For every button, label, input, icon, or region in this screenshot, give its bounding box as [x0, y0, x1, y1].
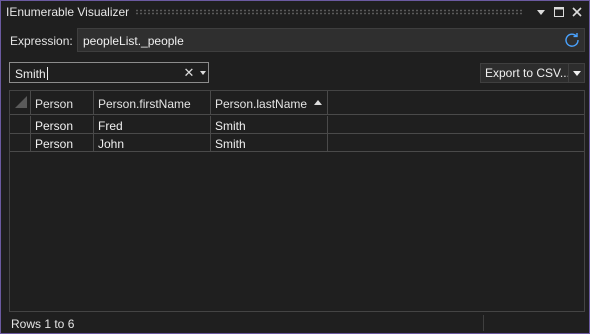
cell-person[interactable]: Person: [31, 134, 94, 152]
window-menu-icon[interactable]: [533, 4, 549, 20]
refresh-icon[interactable]: [564, 32, 580, 48]
export-label: Export to CSV...: [485, 66, 570, 80]
cell-lastname[interactable]: Smith: [211, 134, 328, 152]
status-bar: Rows 1 to 6: [1, 312, 589, 333]
expression-field[interactable]: peopleList._people: [77, 28, 585, 52]
title-grip[interactable]: [135, 9, 523, 15]
clear-icon[interactable]: ✕: [183, 66, 195, 80]
chevron-down-icon: [573, 70, 581, 76]
filter-value: Smith: [15, 67, 48, 81]
grid-header: Person Person.firstName Person.lastName: [10, 91, 584, 115]
row-header[interactable]: [10, 134, 31, 152]
window-title: IEnumerable Visualizer: [6, 5, 130, 19]
title-bar[interactable]: IEnumerable Visualizer: [1, 1, 589, 23]
table-row[interactable]: Person John Smith: [10, 134, 584, 152]
select-all-corner[interactable]: [10, 91, 31, 115]
cell-firstname[interactable]: Fred: [94, 116, 211, 134]
table-row[interactable]: Person Fred Smith: [10, 116, 584, 134]
data-grid[interactable]: Person Person.firstName Person.lastName …: [9, 90, 585, 312]
export-csv-button[interactable]: Export to CSV...: [480, 63, 585, 83]
row-count-status: Rows 1 to 6: [11, 317, 75, 331]
visualizer-window: IEnumerable Visualizer Expression: peopl…: [0, 0, 590, 334]
maximize-icon[interactable]: [551, 4, 567, 20]
filter-input[interactable]: Smith ✕: [9, 62, 209, 83]
status-divider: [483, 315, 484, 331]
row-header[interactable]: [10, 116, 31, 134]
column-header-lastname[interactable]: Person.lastName: [211, 91, 328, 115]
sort-ascending-icon: [314, 100, 322, 105]
column-header-person[interactable]: Person: [31, 91, 94, 115]
expression-value: peopleList._people: [83, 34, 184, 48]
export-dropdown-button[interactable]: [568, 64, 585, 82]
cell-lastname[interactable]: Smith: [211, 116, 328, 134]
expression-label: Expression:: [10, 34, 73, 48]
filter-dropdown-icon[interactable]: [199, 66, 207, 80]
title-buttons: [531, 1, 589, 23]
close-icon[interactable]: [569, 4, 585, 20]
column-header-firstname[interactable]: Person.firstName: [94, 91, 211, 115]
cell-firstname[interactable]: John: [94, 134, 211, 152]
cell-person[interactable]: Person: [31, 116, 94, 134]
